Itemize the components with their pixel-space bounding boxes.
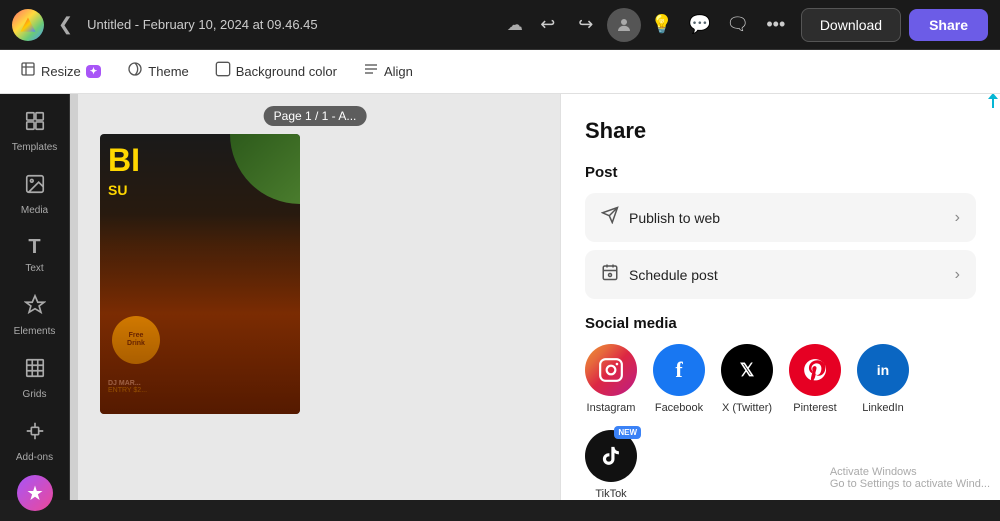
redo-button[interactable]: ↪ [569, 8, 603, 42]
page-indicator: Page 1 / 1 - A... [264, 106, 367, 126]
sidebar-item-addons[interactable]: Add-ons [5, 412, 65, 471]
social-section-title: Social media [585, 315, 976, 332]
social-item-facebook[interactable]: f Facebook [653, 344, 705, 414]
schedule-option-left: Schedule post [601, 263, 718, 286]
sidebar-item-elements[interactable]: Elements [5, 286, 65, 345]
linkedin-label: LinkedIn [862, 402, 904, 414]
sidebar-item-media[interactable]: Media [5, 165, 65, 224]
share-panel-title: Share [585, 118, 976, 144]
publish-icon [601, 206, 619, 229]
facebook-icon: f [653, 344, 705, 396]
publish-label: Publish to web [629, 210, 720, 226]
share-button[interactable]: Share [909, 9, 988, 41]
publish-chevron-icon: › [955, 209, 960, 227]
schedule-post-button[interactable]: Schedule post › [585, 250, 976, 299]
toolbar: Resize ✦ Theme Background color Align [0, 50, 1000, 94]
align-icon [363, 61, 379, 82]
tiktok-label: TikTok [595, 488, 626, 500]
canvas-image: BI SU FreeDrink DJ MAR... ENTRY $2... [100, 134, 300, 414]
grids-icon [24, 357, 46, 385]
templates-icon [24, 110, 46, 138]
background-color-label: Background color [236, 64, 337, 79]
text-icon: T [28, 236, 40, 259]
addons-icon [24, 420, 46, 448]
sidebar: Templates Media T Text Elements Grids [0, 94, 70, 500]
social-item-linkedin[interactable]: in LinkedIn [857, 344, 909, 414]
premium-button[interactable] [17, 475, 53, 511]
hint-button[interactable]: 💡 [645, 8, 679, 42]
pinterest-icon [789, 344, 841, 396]
canvas-content: BI SU FreeDrink DJ MAR... ENTRY $2... [100, 134, 300, 414]
document-title: Untitled - February 10, 2024 at 09.46.45 [87, 17, 495, 32]
align-button[interactable]: Align [353, 56, 423, 87]
scroll-indicator [70, 94, 78, 500]
comment-button[interactable]: 💬 [683, 8, 717, 42]
share-panel: Share Post Publish to web › Schedule pos… [560, 94, 1000, 500]
instagram-label: Instagram [587, 402, 636, 414]
resize-icon [20, 61, 36, 82]
grids-label: Grids [23, 389, 47, 400]
publish-to-web-button[interactable]: Publish to web › [585, 193, 976, 242]
back-button[interactable]: ❮ [52, 10, 79, 39]
canvas-area: Page 1 / 1 - A... BI SU FreeDrink DJ MAR… [70, 94, 560, 500]
new-badge: NEW [614, 426, 641, 439]
addons-label: Add-ons [16, 452, 53, 463]
download-button[interactable]: Download [801, 8, 901, 42]
media-label: Media [21, 205, 48, 216]
templates-label: Templates [12, 142, 58, 153]
social-item-x-twitter[interactable]: 𝕏 X (Twitter) [721, 344, 773, 414]
facebook-label: Facebook [655, 402, 703, 414]
premium-badge: ✦ [86, 65, 102, 78]
sidebar-item-templates[interactable]: Templates [5, 102, 65, 161]
speech-button[interactable]: 🗨 [721, 8, 755, 42]
app-logo [12, 9, 44, 41]
theme-label: Theme [148, 64, 188, 79]
x-twitter-label: X (Twitter) [722, 402, 772, 414]
instagram-icon [585, 344, 637, 396]
sidebar-item-text[interactable]: T Text [5, 228, 65, 282]
resize-button[interactable]: Resize ✦ [10, 56, 111, 87]
more-button[interactable]: ••• [759, 8, 793, 42]
text-label: Text [25, 263, 43, 274]
windows-activation-text: Activate WindowsGo to Settings to activa… [830, 466, 990, 490]
linkedin-icon: in [857, 344, 909, 396]
align-label: Align [384, 64, 413, 79]
undo-button[interactable]: ↩ [531, 8, 565, 42]
media-icon [24, 173, 46, 201]
social-item-instagram[interactable]: Instagram [585, 344, 637, 414]
avatar-button[interactable] [607, 8, 641, 42]
arrow-indicator [992, 94, 994, 108]
resize-label: Resize [41, 64, 81, 79]
post-section-title: Post [585, 164, 976, 181]
top-bar: ❮ Untitled - February 10, 2024 at 09.46.… [0, 0, 1000, 50]
theme-button[interactable]: Theme [117, 56, 198, 87]
theme-icon [127, 61, 143, 82]
elements-label: Elements [14, 326, 56, 337]
social-item-tiktok[interactable]: NEW TikTok [585, 430, 637, 500]
pinterest-label: Pinterest [793, 402, 836, 414]
publish-option-left: Publish to web [601, 206, 720, 229]
background-color-button[interactable]: Background color [205, 56, 347, 87]
schedule-label: Schedule post [629, 267, 718, 283]
x-twitter-icon: 𝕏 [721, 344, 773, 396]
schedule-chevron-icon: › [955, 266, 960, 284]
background-color-icon [215, 61, 231, 82]
social-item-pinterest[interactable]: Pinterest [789, 344, 841, 414]
main-layout: Templates Media T Text Elements Grids [0, 94, 1000, 500]
sidebar-item-grids[interactable]: Grids [5, 349, 65, 408]
sidebar-bottom [0, 475, 69, 521]
schedule-icon [601, 263, 619, 286]
elements-icon [24, 294, 46, 322]
top-icons-group: ↩ ↪ 💡 💬 🗨 ••• [531, 8, 793, 42]
cloud-sync-icon: ☁ [507, 15, 523, 35]
